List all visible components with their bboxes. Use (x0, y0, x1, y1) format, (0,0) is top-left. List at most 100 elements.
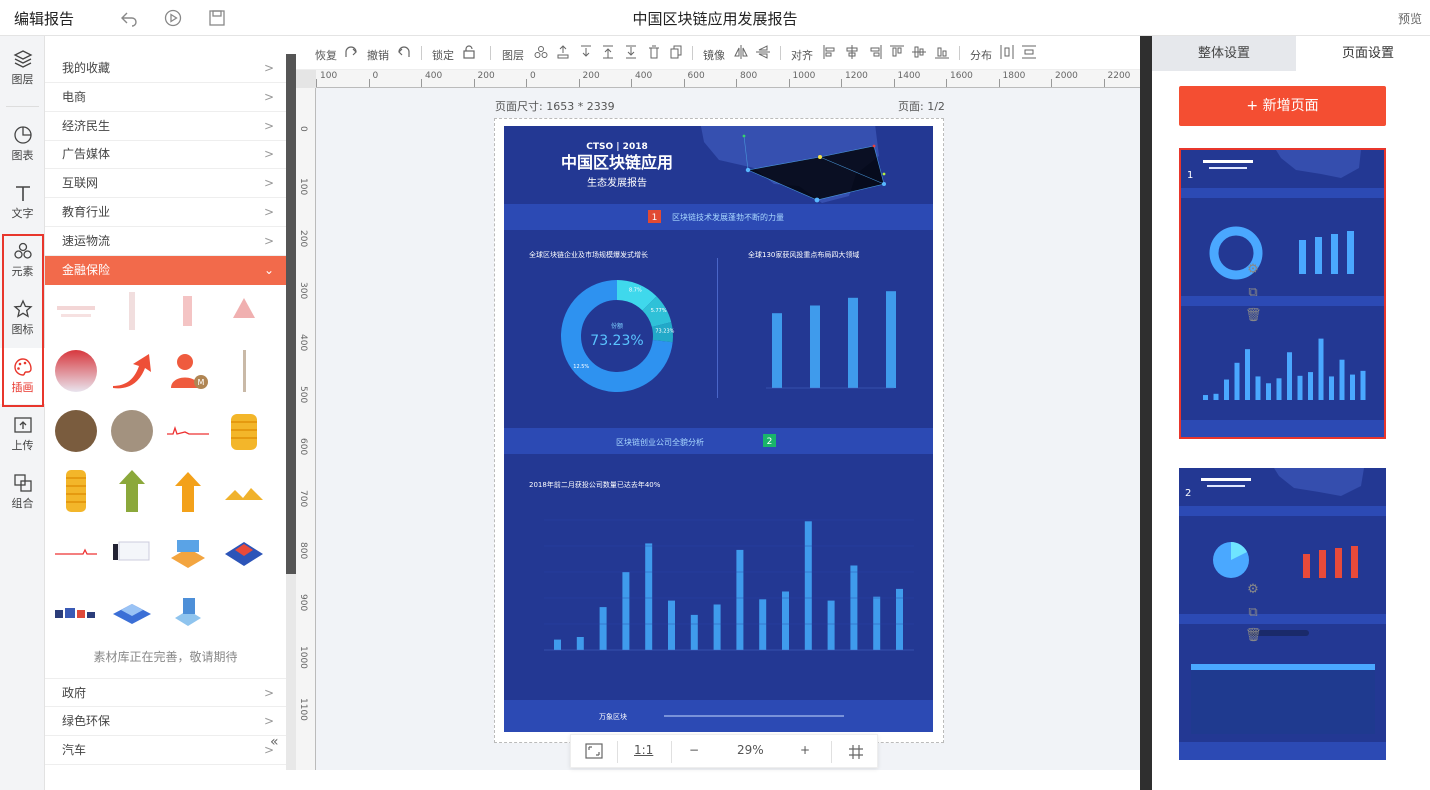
material-thumb-line-chart[interactable] (165, 408, 211, 454)
page-duplicate-icon[interactable]: ⧉ (1245, 605, 1261, 621)
lock-label[interactable]: 锁定 (432, 47, 454, 63)
play-icon[interactable] (164, 9, 182, 27)
preview-button[interactable]: 预览 (1398, 10, 1422, 27)
material-thumb-cityscape[interactable] (53, 588, 99, 634)
category-item[interactable]: 电商 > (45, 83, 286, 112)
nav-group[interactable]: 组合 (0, 464, 45, 520)
page-thumbnail-1[interactable]: 1 (1179, 148, 1386, 439)
material-thumb-isometric-server[interactable] (165, 588, 211, 634)
align-top-icon[interactable] (890, 45, 904, 59)
library-scrollbar-thumb[interactable] (286, 54, 296, 574)
material-thumb-red-arrow[interactable] (109, 348, 155, 394)
redo-label[interactable]: 恢复 (315, 47, 337, 63)
ruler-tick-label: 1100 (298, 698, 308, 721)
nav-label: 组合 (11, 497, 34, 510)
undo-label[interactable]: 撤销 (367, 47, 389, 63)
category-item[interactable]: 互联网 > (45, 169, 286, 198)
material-thumb-person[interactable]: M (165, 348, 211, 394)
material-thumb-tower[interactable] (165, 288, 211, 334)
report-page[interactable]: CTSO | 2018 中国区块链应用 生态发展报告 1 区块链技术发展蓬勃不断… (504, 126, 933, 732)
material-thumb-banner[interactable] (53, 288, 99, 334)
category-item[interactable]: 政府 > (45, 678, 286, 707)
material-thumb-green-arrow[interactable] (109, 468, 155, 514)
ruler-tick (631, 79, 632, 87)
page-settings-icon[interactable]: ⚙ (1245, 582, 1261, 598)
send-to-back-icon[interactable] (624, 45, 638, 59)
category-item[interactable]: 速运物流 > (45, 227, 286, 256)
page-thumbnail-2[interactable]: 2 (1179, 468, 1386, 760)
tab-global-settings[interactable]: 整体设置 (1152, 36, 1296, 71)
category-item[interactable]: 绿色环保 > (45, 707, 286, 736)
distribute-vertical-icon[interactable] (1022, 45, 1036, 59)
align-bottom-icon[interactable] (935, 45, 949, 59)
fit-screen-icon[interactable] (585, 743, 603, 759)
add-page-button[interactable]: + 新增页面 (1179, 86, 1386, 126)
page-duplicate-icon[interactable]: ⧉ (1245, 285, 1261, 301)
material-thumb-isometric-stack[interactable] (109, 588, 155, 634)
material-thumb-ticker-line[interactable] (53, 528, 99, 574)
ruler-tick-label: 400 (425, 71, 443, 81)
canvas-scrollbar[interactable] (1140, 36, 1152, 790)
copy-icon[interactable] (669, 45, 683, 59)
category-item[interactable]: 我的收藏 > (45, 54, 286, 83)
undo-arrow-icon[interactable] (120, 9, 138, 27)
zoom-in-button[interactable]: + (800, 743, 810, 757)
material-thumb-bar[interactable] (109, 288, 155, 334)
category-item-active[interactable]: 金融保险 ⌄ (45, 256, 286, 285)
align-left-icon[interactable] (823, 45, 837, 59)
page-delete-icon[interactable]: 🗑 (1245, 308, 1262, 324)
ruler-corner (296, 70, 316, 88)
align-label[interactable]: 对齐 (791, 47, 813, 63)
zoom-value[interactable]: 29% (737, 743, 764, 757)
align-center-h-icon[interactable] (845, 45, 859, 59)
material-thumb-coin-stack[interactable] (221, 408, 267, 454)
category-item[interactable]: 汽车 > (45, 736, 286, 765)
send-backward-icon[interactable] (579, 45, 593, 59)
collapse-panel-icon[interactable]: « (270, 734, 279, 750)
save-icon[interactable] (208, 9, 226, 27)
undo-icon[interactable] (397, 45, 411, 59)
nav-charts[interactable]: 图表 (0, 116, 45, 172)
lock-icon[interactable] (462, 45, 476, 59)
material-thumb-rod[interactable] (221, 348, 267, 394)
material-thumb-silver-coin[interactable] (109, 408, 155, 454)
redo-icon[interactable] (344, 45, 358, 59)
material-thumb-bronze-coin[interactable] (53, 408, 99, 454)
layer-group-icon[interactable] (534, 45, 548, 59)
nav-layers[interactable]: 图层 (0, 40, 45, 96)
material-thumb-orange-arrow[interactable] (165, 468, 211, 514)
network-node (814, 197, 820, 203)
material-thumb-gold-pile[interactable] (221, 468, 267, 514)
layer-label[interactable]: 图层 (502, 47, 524, 63)
align-middle-v-icon[interactable] (912, 45, 926, 59)
material-thumb-presenter[interactable] (109, 528, 155, 574)
category-label: 电商 (62, 90, 87, 104)
chevron-right-icon: > (263, 90, 274, 104)
zoom-out-button[interactable]: − (689, 743, 699, 757)
actual-size-button[interactable]: 1:1 (634, 743, 653, 757)
material-thumb-isometric-blue[interactable] (221, 528, 267, 574)
material-thumb-building[interactable] (221, 288, 267, 334)
tab-page-settings[interactable]: 页面设置 (1296, 36, 1430, 71)
category-label: 广告媒体 (62, 147, 111, 161)
align-right-icon[interactable] (868, 45, 882, 59)
page-delete-icon[interactable]: 🗑 (1245, 628, 1262, 644)
material-thumb-coin-stack-tall[interactable] (53, 468, 99, 514)
flip-horizontal-icon[interactable] (734, 45, 748, 59)
category-item[interactable]: 教育行业 > (45, 198, 286, 227)
nav-upload[interactable]: 上传 (0, 406, 45, 462)
material-thumb-isometric-factory[interactable] (165, 528, 211, 574)
trash-icon[interactable] (647, 45, 661, 59)
category-item[interactable]: 经济民生 > (45, 112, 286, 141)
distribute-label[interactable]: 分布 (970, 47, 992, 63)
mirror-label[interactable]: 镜像 (703, 47, 725, 63)
category-item[interactable]: 广告媒体 > (45, 140, 286, 169)
distribute-horizontal-icon[interactable] (1000, 45, 1014, 59)
bring-forward-icon[interactable] (556, 45, 570, 59)
page-settings-icon[interactable]: ⚙ (1245, 262, 1261, 278)
grid-icon[interactable] (849, 745, 863, 759)
nav-text[interactable]: 文字 (0, 174, 45, 230)
flip-vertical-icon[interactable] (756, 45, 770, 59)
bring-to-front-icon[interactable] (601, 45, 615, 59)
material-thumb-red-sphere[interactable] (53, 348, 99, 394)
